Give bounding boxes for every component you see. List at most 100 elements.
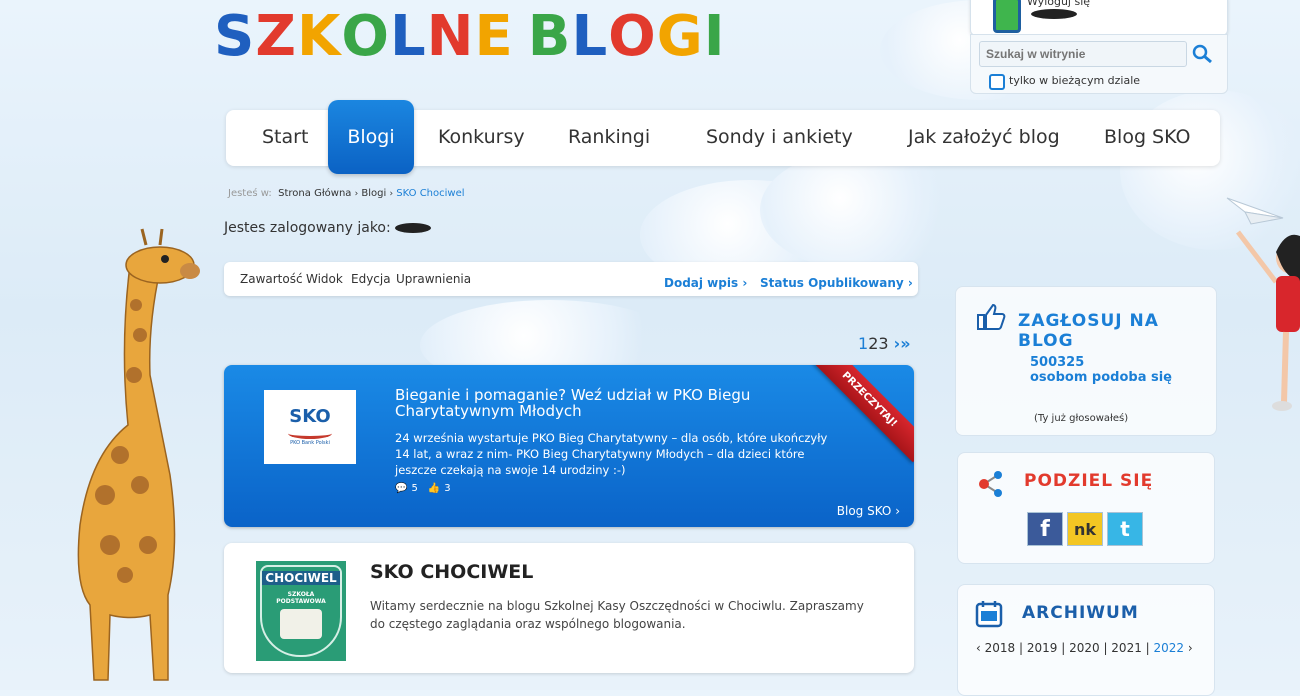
like-icon: 👍 xyxy=(427,483,441,494)
status-link[interactable]: Status Opublikowany › xyxy=(760,276,913,290)
vote-count-block: 500325 osobom podoba się xyxy=(1030,355,1172,385)
archive-year-link[interactable]: 2021 xyxy=(1111,641,1142,655)
add-entry-label: Dodaj wpis xyxy=(664,276,739,290)
page-link-3[interactable]: 3 xyxy=(878,334,888,353)
logged-in-label: Jestes zalogowany jako: xyxy=(224,220,391,236)
girl-illustration xyxy=(1236,230,1300,411)
vote-count-label: osobom podoba się xyxy=(1030,370,1172,385)
nav-item-sondy[interactable]: Sondy i ankiety xyxy=(706,126,853,148)
archive-year-link[interactable]: 2019 xyxy=(1027,641,1058,655)
logo-letter: G xyxy=(656,4,704,69)
featured-post-image: SKO PKO Bank Polski xyxy=(264,390,356,464)
sko-logo-sub: PKO Bank Polski xyxy=(290,440,330,446)
page-link-1[interactable]: 1 xyxy=(858,334,868,353)
pagination: 123 ›» xyxy=(858,334,911,353)
background-cloud xyxy=(760,150,960,270)
search-scope-checkbox[interactable] xyxy=(989,74,1005,90)
search-box: tylko w bieżącym dziale xyxy=(970,34,1228,94)
logo-letter: N xyxy=(426,4,475,69)
search-button[interactable] xyxy=(1185,41,1219,67)
thumbs-up-icon[interactable] xyxy=(976,303,1006,331)
share-widget: PODZIEL SIĘ xyxy=(957,452,1215,564)
nav-item-blogi[interactable]: Blogi xyxy=(328,100,414,174)
status-label: Status Opublikowany xyxy=(760,276,904,290)
main-nav: Start Blogi Konkursy Rankingi Sondy i an… xyxy=(226,100,1220,174)
sko-logo-text: SKO xyxy=(289,406,331,427)
last-page-icon[interactable]: » xyxy=(900,334,910,353)
archive-year-link[interactable]: 2020 xyxy=(1069,641,1100,655)
share-title: PODZIEL SIĘ xyxy=(1024,471,1154,491)
search-scope-label: tylko w bieżącym dziale xyxy=(1009,74,1141,87)
nav-item-start[interactable]: Start xyxy=(262,126,308,148)
breadcrumb-link-blogi[interactable]: Blogi xyxy=(361,188,386,199)
blog-card: CHOCIWEL SZKOŁA PODSTAWOWA SKO CHOCIWEL … xyxy=(224,543,914,673)
nav-item-blog-sko[interactable]: Blog SKO xyxy=(1104,126,1190,148)
nk-share-button[interactable]: nk xyxy=(1067,512,1103,546)
calendar-icon xyxy=(975,601,1003,628)
redacted-username xyxy=(1031,9,1077,19)
facebook-share-button[interactable]: f xyxy=(1027,512,1063,546)
toolbar-zawartosc[interactable]: Zawartość xyxy=(240,272,303,286)
badge-subtitle: SZKOŁA PODSTAWOWA xyxy=(276,591,326,605)
vote-note: (Ty już głosowałeś) xyxy=(1034,413,1129,424)
blog-description: Witamy serdecznie na blogu Szkolnej Kasy… xyxy=(370,599,864,631)
archive-title: ARCHIWUM xyxy=(1022,603,1139,623)
breadcrumb-current: SKO Chociwel xyxy=(396,188,465,199)
breadcrumb-link-home[interactable]: Strona Główna xyxy=(278,188,351,199)
giraffe-illustration xyxy=(77,228,200,681)
breadcrumb-prefix: Jesteś w: xyxy=(228,188,272,199)
archive-year-current[interactable]: 2022 xyxy=(1154,641,1185,655)
logo-letter: O xyxy=(608,4,657,69)
archive-years: ‹ 2018 | 2019 | 2020 | 2021 | 2022 › xyxy=(976,641,1193,655)
search-input[interactable] xyxy=(979,41,1187,67)
school-badge-image: CHOCIWEL SZKOŁA PODSTAWOWA xyxy=(256,561,346,661)
archive-widget: ARCHIWUM xyxy=(957,584,1215,696)
featured-post-meta: 💬 5 👍 3 xyxy=(395,483,451,494)
comment-icon: 💬 xyxy=(395,483,408,494)
logout-link[interactable]: Wyloguj się xyxy=(1027,0,1090,8)
logo-letter: K xyxy=(296,4,342,69)
page-link-2[interactable]: 2 xyxy=(868,334,878,353)
featured-blog-link[interactable]: Blog SKO › xyxy=(837,504,900,518)
logo-letter: B xyxy=(527,4,572,69)
featured-blog-link-label: Blog SKO xyxy=(836,504,892,518)
add-entry-link[interactable]: Dodaj wpis › xyxy=(664,276,747,290)
logo-letter: O xyxy=(341,4,390,69)
search-icon xyxy=(1192,44,1212,64)
logout-icon[interactable] xyxy=(993,0,1021,33)
twitter-share-button[interactable]: t xyxy=(1107,512,1143,546)
blog-title[interactable]: SKO CHOCIWEL xyxy=(370,561,533,583)
nav-item-label: Blogi xyxy=(347,126,395,148)
book-icon xyxy=(280,609,322,639)
chevron-right-icon: › xyxy=(907,276,913,290)
comment-count: 5 xyxy=(411,483,418,494)
nav-item-konkursy[interactable]: Konkursy xyxy=(438,126,525,148)
nav-item-rankingi[interactable]: Rankingi xyxy=(568,126,650,148)
featured-post-text: 24 września wystartuje PKO Bieg Charytat… xyxy=(395,431,828,477)
vote-count: 500325 xyxy=(1030,355,1085,370)
archive-year-link[interactable]: 2018 xyxy=(985,641,1016,655)
logo-letter: L xyxy=(389,4,427,69)
nav-item-jak-zalozyc[interactable]: Jak założyć blog xyxy=(908,126,1060,148)
logo-letter: L xyxy=(571,4,609,69)
archive-prev-icon[interactable]: ‹ xyxy=(976,641,981,655)
featured-post[interactable]: SKO PKO Bank Polski Bieganie i pomaganie… xyxy=(224,365,914,527)
site-logo[interactable]: SZKOLNE BLOGI xyxy=(214,4,726,69)
logo-letter: E xyxy=(474,4,514,69)
vote-title-text: ZAGŁOSUJ NA BLOG xyxy=(1018,311,1159,351)
edit-toolbar: Zawartość Widok Edycja Uprawnienia Dodaj… xyxy=(224,262,918,296)
like-count: 3 xyxy=(444,483,451,494)
featured-post-title[interactable]: Bieganie i pomaganie? Weź udział w PKO B… xyxy=(395,387,845,419)
chevron-right-icon: › xyxy=(742,276,748,290)
toolbar-uprawnienia[interactable]: Uprawnienia xyxy=(396,272,471,286)
toolbar-edycja[interactable]: Edycja xyxy=(351,272,391,286)
archive-next-icon[interactable]: › xyxy=(1188,641,1193,655)
vote-title: ZAGŁOSUJ NA BLOG xyxy=(1018,311,1216,351)
logo-letter: Z xyxy=(255,4,297,69)
redacted-username xyxy=(395,223,432,233)
badge-title: CHOCIWEL xyxy=(262,571,340,585)
share-icon xyxy=(979,471,1002,497)
login-box: Wyloguj się xyxy=(970,0,1228,36)
toolbar-widok[interactable]: Widok xyxy=(306,272,343,286)
logged-in-info: Jestes zalogowany jako: xyxy=(224,220,432,236)
